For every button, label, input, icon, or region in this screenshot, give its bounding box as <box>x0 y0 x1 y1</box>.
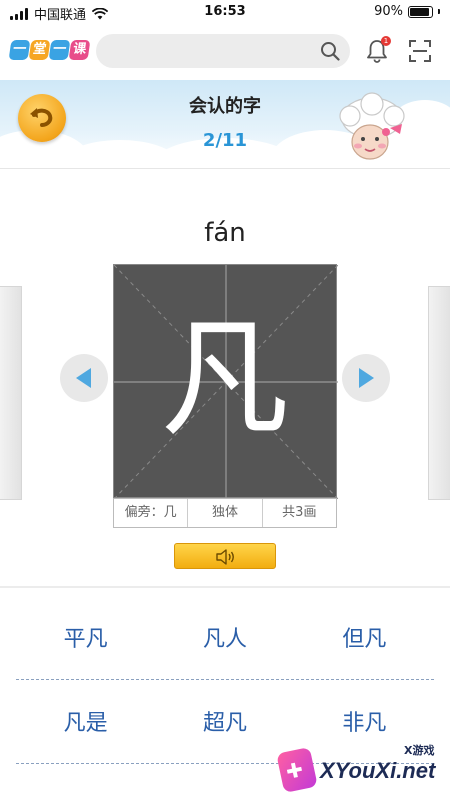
search-bar[interactable] <box>96 34 350 68</box>
prev-card-peek[interactable] <box>0 286 22 500</box>
play-sound-button[interactable] <box>174 543 276 569</box>
watermark-brand: XYouXi.net <box>320 758 436 783</box>
word-item[interactable]: 平凡 <box>16 600 155 679</box>
next-character-button[interactable] <box>342 354 390 402</box>
words-divider <box>0 586 450 588</box>
watermark-logo: ✚ XYouXi.net X游戏 <box>276 740 450 800</box>
radical-label: 偏旁：几 <box>114 499 189 527</box>
notification-button[interactable]: 1 <box>365 36 391 64</box>
mascot-sheep-icon <box>339 92 405 160</box>
next-card-peek[interactable] <box>428 286 450 500</box>
search-icon[interactable] <box>320 41 340 61</box>
battery-percent: 90% <box>374 4 403 19</box>
battery-group: 90% <box>374 4 440 19</box>
scan-icon[interactable] <box>408 39 432 63</box>
speaker-icon <box>216 549 234 565</box>
lesson-header: 会认的字 2/11 <box>0 80 450 168</box>
battery-icon <box>408 5 433 18</box>
word-item[interactable]: 超凡 <box>155 684 294 763</box>
watermark-tag: X游戏 <box>404 744 435 757</box>
triangle-left-icon <box>76 368 91 388</box>
structure-label: 独体 <box>188 499 263 527</box>
status-bar: 中国联通 16:53 90% <box>0 0 450 26</box>
word-row: 平凡 凡人 但凡 <box>16 600 434 680</box>
pinyin-label: fán <box>204 218 246 248</box>
word-item[interactable]: 但凡 <box>295 600 434 679</box>
header-divider <box>0 168 450 169</box>
character-glyph: 凡 <box>160 305 289 454</box>
word-item[interactable]: 凡人 <box>155 600 294 679</box>
gamepad-icon: ✚ <box>276 746 318 794</box>
character-info: 偏旁：几 独体 共3画 <box>113 498 337 528</box>
app-logo: 一堂一课 <box>8 40 91 60</box>
character-card: 凡 <box>113 264 338 499</box>
word-item[interactable]: 凡是 <box>16 684 155 763</box>
top-bar: 一堂一课 1 <box>0 28 450 74</box>
learn-character-screen: 中国联通 16:53 90% 一堂一课 1 会认的字 2/11 fán 凡 偏旁… <box>0 0 450 800</box>
triangle-right-icon <box>359 368 374 388</box>
notification-badge: 1 <box>381 36 391 46</box>
previous-character-button[interactable] <box>60 354 108 402</box>
stroke-count-label: 共3画 <box>282 505 317 520</box>
